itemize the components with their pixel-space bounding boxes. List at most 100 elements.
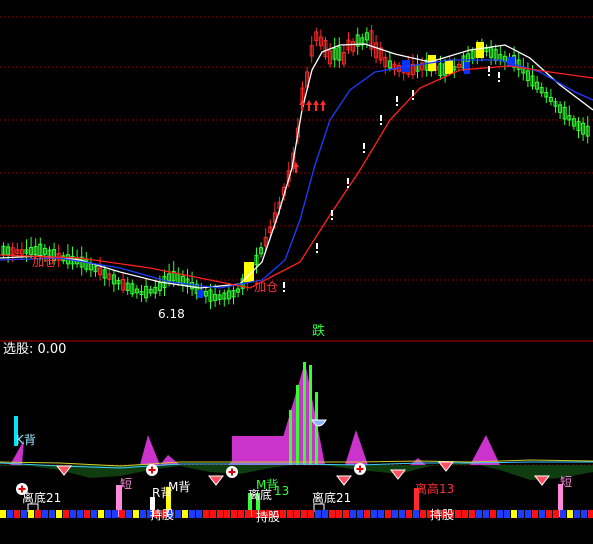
status-cell <box>511 510 517 518</box>
status-cell <box>476 510 482 518</box>
status-cell <box>364 510 370 518</box>
hold-label-2: 持股 <box>256 510 281 524</box>
status-cell <box>315 510 321 518</box>
magenta-block <box>232 436 288 465</box>
exclamation-icon <box>488 74 490 76</box>
status-cell <box>581 510 587 518</box>
exclamation-icon <box>396 96 398 102</box>
status-cell <box>84 510 90 518</box>
low-price-label: 6.18 <box>158 307 185 321</box>
green-spike <box>309 365 312 465</box>
candlestick-chart[interactable] <box>0 0 593 540</box>
exclamation-icon <box>380 123 382 125</box>
status-cell <box>322 510 328 518</box>
exclamation-icon <box>396 104 398 106</box>
status-cell <box>14 510 20 518</box>
exclamation-icon <box>347 186 349 188</box>
status-cell <box>546 510 552 518</box>
status-cell <box>28 510 34 518</box>
status-cell <box>287 510 293 518</box>
status-cell <box>7 510 13 518</box>
exclamation-icon <box>316 251 318 253</box>
status-cell <box>175 510 181 518</box>
exclamation-icon <box>412 90 414 96</box>
status-cell <box>357 510 363 518</box>
status-cell <box>189 510 195 518</box>
status-cell <box>224 510 230 518</box>
status-cell <box>0 510 6 518</box>
status-cell <box>308 510 314 518</box>
status-cell <box>105 510 111 518</box>
status-cell <box>126 510 132 518</box>
green-spike <box>303 362 306 465</box>
status-cell <box>567 510 573 518</box>
status-cell <box>329 510 335 518</box>
status-cell <box>42 510 48 518</box>
status-cell <box>413 510 419 518</box>
status-cell <box>336 510 342 518</box>
status-cell <box>280 510 286 518</box>
green-spike <box>315 392 318 465</box>
status-cell <box>294 510 300 518</box>
highlight-box <box>476 42 484 58</box>
exclamation-icon <box>488 66 490 72</box>
status-cell <box>231 510 237 518</box>
highlight-box <box>197 290 203 298</box>
status-cell <box>462 510 468 518</box>
status-cell <box>140 510 146 518</box>
exclamation-icon <box>380 115 382 121</box>
status-cell <box>35 510 41 518</box>
status-cell <box>532 510 538 518</box>
status-cell <box>560 510 566 518</box>
top-distance-label: 离高13 <box>415 482 455 496</box>
status-cell <box>497 510 503 518</box>
k-divergence-label: K背 <box>16 433 36 447</box>
status-cell <box>49 510 55 518</box>
status-cell <box>504 510 510 518</box>
status-cell <box>553 510 559 518</box>
status-cell <box>385 510 391 518</box>
status-cell <box>518 510 524 518</box>
status-cell <box>238 510 244 518</box>
status-cell <box>21 510 27 518</box>
status-cell <box>399 510 405 518</box>
status-cell <box>574 510 580 518</box>
short-label-2: 短 <box>560 475 573 489</box>
status-cell <box>483 510 489 518</box>
status-cell <box>203 510 209 518</box>
status-cell <box>196 510 202 518</box>
short-label-1: 短 <box>120 477 133 491</box>
status-cell <box>371 510 377 518</box>
signal-label-2: 加仓 <box>254 280 279 294</box>
status-cell <box>490 510 496 518</box>
fall-label: 跌 <box>312 324 326 339</box>
hold-label-1: 持股 <box>150 508 175 522</box>
status-cell <box>378 510 384 518</box>
status-cell <box>182 510 188 518</box>
exclamation-icon <box>412 98 414 100</box>
status-cell <box>245 510 251 518</box>
status-cell <box>392 510 398 518</box>
exclamation-icon <box>363 143 365 149</box>
highlight-box <box>445 60 453 74</box>
exclamation-icon <box>283 282 285 288</box>
m-divergence-label-1: M背 <box>168 480 191 494</box>
status-cell <box>119 510 125 518</box>
status-cell <box>112 510 118 518</box>
exclamation-icon <box>498 72 500 78</box>
status-cell <box>70 510 76 518</box>
highlight-box <box>464 62 470 74</box>
exclamation-icon <box>498 80 500 82</box>
signal-label-1: 加仓 <box>32 255 57 269</box>
status-cell <box>420 510 426 518</box>
exclamation-icon <box>316 243 318 249</box>
status-cell <box>455 510 461 518</box>
status-cell <box>406 510 412 518</box>
status-cell <box>91 510 97 518</box>
status-cell <box>210 510 216 518</box>
status-cell <box>133 510 139 518</box>
indicator-title: 选股: 0.00 <box>3 342 67 357</box>
green-spike <box>289 410 292 465</box>
exclamation-icon <box>283 290 285 292</box>
exclamation-icon <box>331 210 333 216</box>
